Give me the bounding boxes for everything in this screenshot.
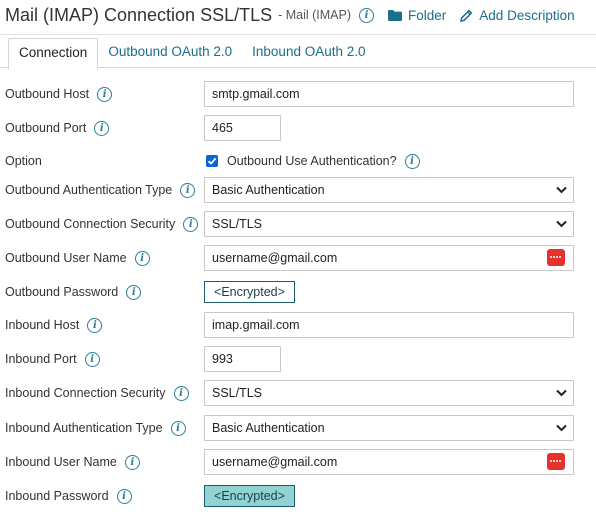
page-header: Mail (IMAP) Connection SSL/TLS - Mail (I… (5, 2, 593, 28)
info-icon[interactable]: i (404, 153, 420, 169)
outbound-security-select[interactable]: SSL/TLS (204, 211, 574, 237)
outbound-security-value: SSL/TLS (212, 217, 263, 231)
inbound-security-select[interactable]: SSL/TLS (204, 380, 574, 406)
outbound-port-label: Outbound Port (5, 121, 87, 135)
chevron-down-icon (556, 220, 567, 228)
page-title: Mail (IMAP) Connection SSL/TLS (5, 4, 273, 25)
outbound-port-row: Outbound Port i 465 (5, 114, 593, 142)
outbound-security-row: Outbound Connection Security i SSL/TLS (5, 210, 593, 238)
folder-icon (388, 9, 403, 21)
inbound-security-row: Inbound Connection Security i SSL/TLS (5, 379, 593, 407)
outbound-auth-type-value: Basic Authentication (212, 183, 325, 197)
outbound-security-label: Outbound Connection Security (5, 217, 176, 231)
tab-outbound-oauth[interactable]: Outbound OAuth 2.0 (98, 38, 242, 68)
info-icon[interactable]: i (173, 385, 189, 401)
outbound-use-authentication-label: Outbound Use Authentication? (227, 154, 397, 168)
info-icon[interactable]: i (87, 317, 103, 333)
tab-connection[interactable]: Connection (8, 38, 99, 70)
folder-button[interactable]: Folder (388, 8, 446, 23)
outbound-auth-type-row: Outbound Authentication Type i Basic Auth… (5, 176, 593, 204)
inbound-user-row: Inbound User Name i username@gmail.com (5, 448, 593, 476)
tab-bar: Connection Outbound OAuth 2.0 Inbound OA… (8, 38, 376, 70)
inbound-port-input[interactable]: 993 (204, 346, 281, 372)
pencil-icon (460, 9, 473, 22)
inbound-user-value: username@gmail.com (212, 455, 338, 469)
chevron-down-icon (556, 389, 567, 397)
outbound-password-label: Outbound Password (5, 285, 119, 299)
outbound-host-label: Outbound Host (5, 87, 90, 101)
outbound-user-row: Outbound User Name i username@gmail.com (5, 244, 593, 272)
inbound-host-row: Inbound Host i imap.gmail.com (5, 311, 593, 339)
outbound-host-row: Outbound Host i smtp.gmail.com (5, 80, 593, 108)
check-icon (207, 157, 217, 165)
outbound-use-authentication-checkbox[interactable] (206, 155, 218, 167)
info-icon[interactable]: i (183, 216, 199, 232)
info-icon[interactable]: i (126, 284, 142, 300)
page-subtitle: - Mail (IMAP) (278, 8, 352, 22)
info-icon[interactable]: i (116, 488, 132, 504)
info-icon[interactable]: i (84, 351, 100, 367)
chevron-down-icon (556, 424, 567, 432)
outbound-host-input[interactable]: smtp.gmail.com (204, 81, 574, 107)
outbound-user-input[interactable]: username@gmail.com (204, 245, 574, 271)
outbound-user-label: Outbound User Name (5, 251, 127, 265)
inbound-auth-type-label: Inbound Authentication Type (5, 421, 163, 435)
info-icon[interactable]: i (134, 250, 150, 266)
option-row: Option Outbound Use Authentication? i (5, 147, 593, 175)
info-icon[interactable]: i (124, 454, 140, 470)
inbound-password-row: Inbound Password i <Encrypted> (5, 482, 593, 510)
inbound-security-value: SSL/TLS (212, 386, 263, 400)
inbound-security-label: Inbound Connection Security (5, 386, 166, 400)
inbound-port-row: Inbound Port i 993 (5, 345, 593, 373)
inbound-port-label: Inbound Port (5, 352, 77, 366)
header-divider (0, 34, 596, 35)
info-icon[interactable]: i (170, 420, 186, 436)
inbound-password-label: Inbound Password (5, 489, 109, 503)
inbound-host-label: Inbound Host (5, 318, 80, 332)
info-icon[interactable]: i (97, 86, 113, 102)
inbound-auth-type-row: Inbound Authentication Type i Basic Authe… (5, 414, 593, 442)
inbound-auth-type-select[interactable]: Basic Authentication (204, 415, 574, 441)
outbound-auth-type-select[interactable]: Basic Authentication (204, 177, 574, 203)
outbound-password-row: Outbound Password i <Encrypted> (5, 278, 593, 306)
outbound-user-value: username@gmail.com (212, 251, 338, 265)
inbound-password-button[interactable]: <Encrypted> (204, 485, 295, 507)
info-icon[interactable]: i (359, 7, 375, 23)
outbound-auth-type-label: Outbound Authentication Type (5, 183, 173, 197)
inbound-auth-type-value: Basic Authentication (212, 421, 325, 435)
option-label: Option (5, 154, 42, 168)
chevron-down-icon (556, 186, 567, 194)
password-manager-icon[interactable] (547, 249, 565, 266)
folder-label: Folder (408, 7, 447, 23)
tab-inbound-oauth[interactable]: Inbound OAuth 2.0 (242, 38, 375, 68)
inbound-user-label: Inbound User Name (5, 455, 117, 469)
add-description-label: Add Description (479, 7, 575, 23)
info-icon[interactable]: i (94, 120, 110, 136)
password-manager-icon[interactable] (547, 453, 565, 470)
add-description-button[interactable]: Add Description (460, 7, 575, 23)
outbound-port-input[interactable]: 465 (204, 115, 281, 141)
info-icon[interactable]: i (180, 182, 196, 198)
inbound-host-input[interactable]: imap.gmail.com (204, 312, 574, 338)
outbound-password-button[interactable]: <Encrypted> (204, 281, 295, 303)
inbound-user-input[interactable]: username@gmail.com (204, 449, 574, 475)
